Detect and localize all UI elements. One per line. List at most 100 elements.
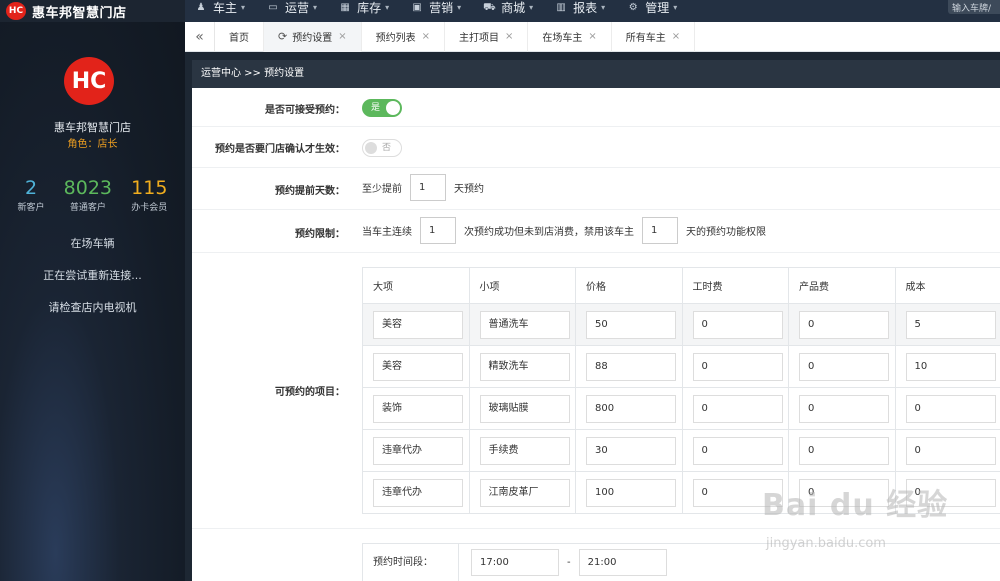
stat-value: 8023: [63, 177, 113, 199]
topnav-label: 库存: [357, 0, 382, 15]
restriction-days-input[interactable]: 1: [642, 217, 678, 244]
close-icon[interactable]: ×: [422, 31, 430, 42]
plate-search-input[interactable]: 输入车牌/: [948, 0, 1000, 14]
stat-value: 115: [131, 177, 168, 199]
table-cell: 美容: [362, 303, 470, 346]
cell-input[interactable]: 0: [692, 310, 783, 339]
table-cell: 0: [788, 429, 896, 472]
cell-input[interactable]: 0: [905, 478, 996, 507]
cell-input[interactable]: 50: [586, 310, 676, 339]
cell-input[interactable]: 0: [692, 436, 783, 465]
cell-input[interactable]: 88: [586, 352, 676, 381]
chevron-down-icon: ▾: [601, 2, 606, 12]
cell-input[interactable]: 手续费: [479, 436, 570, 465]
accept-booking-row: 是否可接受预约： 是: [192, 88, 1000, 127]
cell-input[interactable]: 违章代办: [373, 436, 463, 465]
cell-input[interactable]: 违章代办: [373, 478, 463, 507]
cell-input[interactable]: 江南皮革厂: [479, 478, 570, 507]
topnav-item[interactable]: ▭ 运营 ▾: [267, 0, 317, 16]
cell-input[interactable]: 美容: [373, 310, 463, 339]
cell-input[interactable]: 0: [799, 478, 889, 507]
table-cell: 100: [575, 471, 683, 514]
cell-input[interactable]: 装饰: [373, 394, 463, 423]
table-cell: 0: [788, 387, 896, 430]
tab-label: 主打项目: [459, 33, 499, 44]
accept-booking-label: 是否可接受预约：: [265, 105, 345, 116]
cell-input[interactable]: 美容: [373, 352, 463, 381]
advance-days-input[interactable]: 1: [410, 174, 446, 201]
sidebar-links: 在场车辆 正在尝试重新连接... 请检查店内电视机: [0, 236, 185, 332]
stat-block[interactable]: 2 新客户: [18, 177, 45, 213]
tab-item[interactable]: ⟳ 预约设置 ×: [264, 21, 362, 52]
need-confirm-label: 预约是否要门店确认才生效：: [215, 144, 345, 155]
cell-input[interactable]: 普通洗车: [479, 310, 570, 339]
topnav-item[interactable]: ⛟ 商城 ▾: [483, 0, 533, 16]
cell-input[interactable]: 0: [905, 394, 996, 423]
toggle-knob: [386, 101, 400, 115]
sidebar-link[interactable]: 请检查店内电视机: [0, 300, 185, 332]
booking-start-input[interactable]: 17:00: [471, 549, 559, 576]
topnav-item[interactable]: ▥ 报表 ▾: [555, 0, 605, 16]
restriction-row: 预约限制： 当车主连续 1 次预约成功但未到店消费，禁用该车主 1 天的预约功能…: [192, 210, 1000, 253]
cell-input[interactable]: 0: [799, 436, 889, 465]
cell-input[interactable]: 0: [799, 310, 889, 339]
cell-input[interactable]: 0: [799, 394, 889, 423]
restriction-suffix: 天的预约功能权限: [686, 227, 766, 238]
sidebar-link[interactable]: 在场车辆: [0, 236, 185, 268]
close-icon[interactable]: ×: [505, 31, 513, 42]
tab-item[interactable]: 预约列表 ×: [362, 21, 445, 52]
close-icon[interactable]: ×: [588, 31, 596, 42]
column-header: 大项: [362, 267, 470, 304]
stat-block[interactable]: 115 办卡会员: [131, 177, 167, 213]
accept-booking-toggle[interactable]: 是: [362, 99, 402, 117]
sidebar-link[interactable]: 正在尝试重新连接...: [0, 268, 185, 300]
stat-block[interactable]: 8023 普通客户: [64, 177, 112, 213]
booking-end-input[interactable]: 21:00: [578, 549, 667, 576]
cell-input[interactable]: 0: [692, 394, 783, 423]
cell-input[interactable]: 800: [586, 394, 676, 423]
need-confirm-toggle[interactable]: 否: [362, 139, 402, 157]
close-icon[interactable]: ×: [672, 31, 680, 42]
topnav-item[interactable]: ▦ 库存 ▾: [339, 0, 389, 16]
refresh-icon[interactable]: ⟳: [278, 30, 287, 43]
chevron-down-icon: ▾: [313, 2, 318, 12]
time-separator: -: [567, 557, 571, 568]
brand-logo: HC: [6, 2, 26, 20]
cell-input[interactable]: 10: [905, 352, 996, 381]
cell-input[interactable]: 精致洗车: [479, 352, 570, 381]
restriction-label: 预约限制：: [295, 229, 345, 240]
tab-item[interactable]: 所有车主 ×: [612, 21, 696, 52]
table-cell: 0: [894, 429, 1000, 472]
stat-label: 新客户: [17, 203, 45, 213]
table-cell: 玻璃贴膜: [468, 387, 576, 430]
tab-item[interactable]: 主打项目 ×: [445, 21, 529, 52]
gear-icon: ⚙: [628, 1, 638, 13]
table-cell: 美容: [362, 345, 470, 388]
cell-input[interactable]: 0: [692, 478, 783, 507]
main-content: 运营中心 >> 预约设置 是否可接受预约： 是 预约是否要门店确认才生效： 否 …: [192, 60, 1000, 581]
warehouse-icon: ▦: [340, 1, 350, 13]
topnav-item[interactable]: ♟ 车主 ▾: [195, 0, 246, 16]
chevron-down-icon: ▾: [673, 2, 678, 12]
cell-input[interactable]: 0: [799, 352, 889, 381]
toggle-text: 否: [382, 143, 392, 153]
table-row: 美容 精致洗车 88 0 0 10: [362, 345, 1000, 388]
collapse-sidebar-icon[interactable]: «: [185, 21, 215, 52]
topnav-item[interactable]: ▣ 营销 ▾: [411, 0, 461, 16]
table-cell: 违章代办: [362, 429, 470, 472]
brand[interactable]: HC 惠车邦智慧门店: [0, 0, 185, 22]
close-icon[interactable]: ×: [338, 31, 346, 42]
cell-input[interactable]: 100: [586, 478, 676, 507]
tab-label: 预约设置: [292, 33, 333, 44]
cell-input[interactable]: 30: [586, 436, 676, 465]
cell-input[interactable]: 0: [905, 436, 996, 465]
tab-item[interactable]: 首页: [215, 21, 264, 52]
restriction-count-input[interactable]: 1: [420, 217, 456, 244]
cell-input[interactable]: 0: [692, 352, 783, 381]
cell-input[interactable]: 玻璃贴膜: [479, 394, 570, 423]
cell-input[interactable]: 5: [905, 310, 996, 339]
items-label: 可预约的项目：: [275, 387, 345, 398]
table-cell: 精致洗车: [468, 345, 576, 388]
topnav-item[interactable]: ⚙ 管理 ▾: [627, 0, 678, 16]
tab-item[interactable]: 在场车主 ×: [528, 21, 612, 52]
